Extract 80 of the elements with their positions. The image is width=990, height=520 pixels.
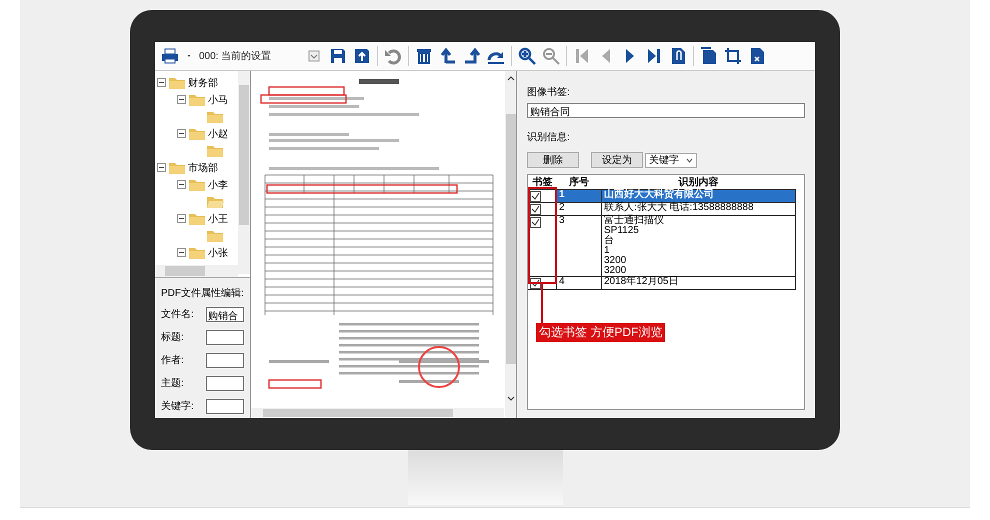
leader-line bbox=[541, 284, 543, 324]
expander-icon[interactable] bbox=[177, 129, 186, 138]
folder-icon bbox=[168, 160, 186, 174]
expander-icon[interactable] bbox=[177, 95, 186, 104]
tree-item[interactable]: 小王 bbox=[208, 212, 228, 226]
tree-item[interactable]: 小马 bbox=[208, 92, 228, 106]
field-label: 关键字: bbox=[161, 400, 194, 413]
zoom-in-icon[interactable] bbox=[518, 47, 536, 65]
folder-icon bbox=[188, 212, 206, 226]
table-cell: 山西好大大科贸有限公司 bbox=[602, 190, 796, 202]
table-cell: 富士通扫描仪 SP1125 台 1 3200 3200 bbox=[602, 216, 796, 276]
tree-item[interactable]: 小赵 bbox=[208, 126, 228, 140]
field-label: 主题: bbox=[161, 376, 184, 390]
folder-icon bbox=[168, 76, 186, 90]
table-cell[interactable]: 2 bbox=[556, 202, 602, 216]
column-header: 识别内容 bbox=[602, 175, 796, 190]
column-header: 序号 bbox=[556, 175, 602, 190]
field-label: 图像书签: bbox=[527, 86, 571, 99]
expander-icon[interactable] bbox=[177, 180, 186, 189]
set-as-button[interactable]: 设定为 bbox=[591, 152, 643, 168]
trash-icon[interactable] bbox=[415, 47, 433, 65]
table-cell: 联系人:张大大 电话:13588888888 bbox=[602, 202, 796, 216]
corner-arrow-icon[interactable] bbox=[463, 47, 481, 65]
folder-icon bbox=[206, 144, 224, 158]
input-field[interactable]: 购销合 bbox=[206, 306, 244, 322]
folder-icon bbox=[206, 110, 224, 124]
scrollbar[interactable] bbox=[505, 71, 516, 418]
horizontal-scrollbar[interactable] bbox=[155, 265, 238, 277]
tree-item[interactable]: 小李 bbox=[208, 178, 228, 192]
expander-icon[interactable] bbox=[157, 78, 166, 87]
checkbox[interactable] bbox=[530, 217, 541, 228]
folder-icon bbox=[188, 246, 206, 260]
up-arrow-icon[interactable] bbox=[439, 47, 457, 65]
folder-icon bbox=[188, 178, 206, 192]
input-field[interactable] bbox=[206, 376, 244, 390]
field-label: 标题: bbox=[161, 330, 184, 344]
close-document-icon[interactable] bbox=[748, 47, 766, 65]
open-folder-icon bbox=[206, 194, 224, 208]
section-title: PDF文件属性编辑: bbox=[161, 286, 244, 300]
input-field[interactable] bbox=[206, 398, 244, 414]
table-cell[interactable]: 4 bbox=[556, 276, 602, 290]
pages-icon[interactable] bbox=[700, 47, 718, 65]
expander-icon[interactable] bbox=[177, 214, 186, 223]
scroll-down-icon[interactable] bbox=[506, 396, 514, 402]
column-header: 书签 bbox=[528, 175, 556, 190]
scrollbar[interactable] bbox=[238, 71, 250, 274]
save-as-icon[interactable] bbox=[353, 47, 371, 65]
field-label: 文件名: bbox=[161, 308, 194, 321]
caret-icon[interactable] bbox=[686, 158, 693, 162]
undo-icon[interactable] bbox=[384, 47, 402, 65]
field-label: 作者: bbox=[161, 354, 184, 367]
zoom-out-icon[interactable] bbox=[542, 47, 560, 65]
table-cell[interactable]: 3 bbox=[556, 216, 602, 276]
tree-item[interactable]: 市场部 bbox=[188, 160, 218, 174]
scroll-up-icon[interactable] bbox=[506, 75, 514, 81]
tree-item[interactable]: 小张 bbox=[208, 246, 228, 260]
expander-icon[interactable] bbox=[177, 248, 186, 257]
crop-icon[interactable] bbox=[724, 47, 742, 65]
last-page-icon[interactable] bbox=[645, 47, 663, 65]
checkbox[interactable] bbox=[530, 191, 541, 202]
input-field[interactable] bbox=[206, 352, 244, 368]
preset-label[interactable]: 000: 当前的设置 bbox=[199, 49, 299, 63]
bookmark-field[interactable]: 购销合同 bbox=[527, 103, 805, 118]
delete-button[interactable]: 删除 bbox=[527, 152, 579, 168]
checkbox[interactable] bbox=[530, 204, 541, 215]
save-icon[interactable] bbox=[329, 47, 347, 65]
input-field[interactable] bbox=[206, 330, 244, 344]
expander-icon[interactable] bbox=[157, 163, 166, 172]
attachment-icon[interactable] bbox=[669, 47, 687, 65]
folder-icon bbox=[188, 92, 206, 106]
horizontal-scrollbar[interactable] bbox=[251, 408, 504, 418]
field-label: 识别信息: bbox=[527, 130, 571, 144]
folder-icon bbox=[188, 126, 206, 140]
type-dropdown[interactable]: 关键字 bbox=[645, 152, 697, 168]
table-cell[interactable]: 1 bbox=[556, 190, 602, 202]
printer-icon[interactable] bbox=[161, 47, 179, 65]
tree-item[interactable]: 财务部 bbox=[188, 76, 218, 90]
folder-icon bbox=[206, 228, 224, 242]
callout-label: 勾选书签 方便PDF浏览 bbox=[536, 323, 666, 342]
table-cell: 2018年12月05日 bbox=[602, 276, 796, 290]
